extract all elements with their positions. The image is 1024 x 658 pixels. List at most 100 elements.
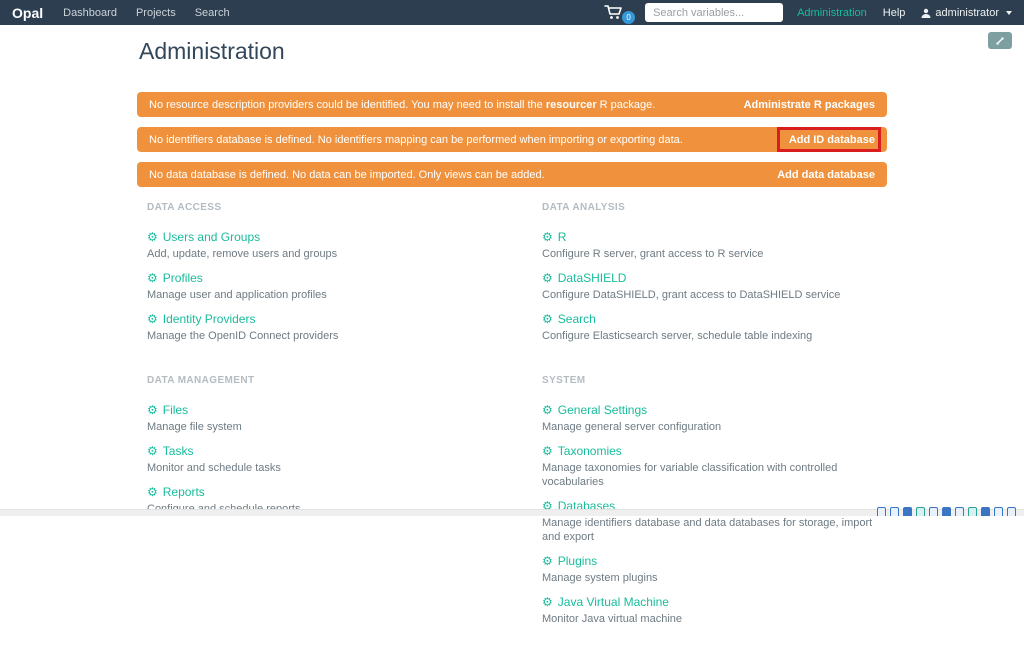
page-title: Administration [139,38,285,64]
admin-link-general-settings[interactable]: General Settings [542,403,647,418]
admin-link-taxonomies[interactable]: Taxonomies [542,444,622,459]
list-item: Search Configure Elasticsearch server, s… [542,310,887,343]
admin-link-java-virtual-machine[interactable]: Java Virtual Machine [542,595,669,610]
gear-icon [147,230,158,245]
taskbar-icon[interactable] [968,507,977,516]
list-item: R Configure R server, grant access to R … [542,228,887,261]
add-id-database-button[interactable]: Add ID database [776,126,881,152]
alert-message: No identifiers database is defined. No i… [149,133,683,146]
list-item: DataSHIELD Configure DataSHIELD, grant a… [542,269,887,302]
admin-link-users-and-groups[interactable]: Users and Groups [147,230,260,245]
item-description: Add, update, remove users and groups [147,248,338,260]
alert-resource-providers: No resource description providers could … [137,92,887,117]
alert-message: No data database is defined. No data can… [149,168,545,181]
admin-link-profiles[interactable]: Profiles [147,271,203,286]
user-icon [921,8,931,18]
gear-icon [147,271,158,286]
navbar-right: 0 Administration Help administrator [604,3,1012,24]
section-system: SYSTEM General Settings Manage general s… [532,375,887,634]
item-description: Manage identifiers database and data dat… [542,517,873,543]
admin-link-plugins[interactable]: Plugins [542,554,597,569]
list-item: Identity Providers Manage the OpenID Con… [147,310,532,343]
item-description: Manage general server configuration [542,421,722,433]
add-data-database-button[interactable]: Add data database [777,169,875,181]
item-description: Monitor Java virtual machine [542,613,683,625]
search-input[interactable] [645,3,784,22]
cart-count-badge: 0 [622,11,636,24]
gear-icon [542,271,553,286]
fullscreen-toggle-button[interactable] [988,32,1012,49]
user-menu[interactable]: administrator [921,7,1012,19]
admin-link-identity-providers[interactable]: Identity Providers [147,312,256,327]
nav-projects[interactable]: Projects [136,7,176,19]
list-item: Profiles Manage user and application pro… [147,269,532,302]
list-item: Java Virtual Machine Monitor Java virtua… [542,593,887,626]
gear-icon [542,403,553,418]
cart-button[interactable]: 0 [604,5,636,24]
taskbar-icon[interactable] [916,507,925,516]
list-item: Tasks Monitor and schedule tasks [147,442,532,475]
admin-link-datashield[interactable]: DataSHIELD [542,271,627,286]
administrate-r-packages-button[interactable]: Administrate R packages [744,99,875,111]
gear-icon [147,312,158,327]
admin-link-files[interactable]: Files [147,403,188,418]
brand-logo[interactable]: Opal [12,5,43,21]
item-description: Configure DataSHIELD, grant access to Da… [542,289,841,301]
list-item: Databases Manage identifiers database an… [542,497,887,544]
list-item: Plugins Manage system plugins [542,552,887,585]
taskbar-icon[interactable] [1007,507,1016,516]
taskbar-icon[interactable] [903,507,912,516]
gear-icon [542,444,553,459]
taskbar-icon[interactable] [877,507,886,516]
taskbar-icon[interactable] [994,507,1003,516]
alert-data-database: No data database is defined. No data can… [137,162,887,187]
list-item: Files Manage file system [147,401,532,434]
gear-icon [147,485,158,500]
taskbar-icon[interactable] [929,507,938,516]
gear-icon [542,595,553,610]
nav-dashboard[interactable]: Dashboard [63,7,117,19]
taskbar-icon[interactable] [955,507,964,516]
taskbar-icon[interactable] [981,507,990,516]
gear-icon [542,312,553,327]
section-data-analysis: DATA ANALYSIS R Configure R server, gran… [532,202,887,351]
section-heading: SYSTEM [542,375,586,386]
section-heading: DATA ACCESS [147,202,222,213]
cart-icon [604,5,622,19]
item-description: Monitor and schedule tasks [147,462,281,474]
taskbar-strip [0,509,1024,516]
nav-administration[interactable]: Administration [797,7,867,19]
nav-search[interactable]: Search [195,7,230,19]
taskbar-icon[interactable] [890,507,899,516]
admin-sections: DATA ACCESS Users and Groups Add, update… [137,202,887,658]
alerts-area: No resource description providers could … [137,92,887,187]
gear-icon [542,230,553,245]
item-description: Configure Elasticsearch server, schedule… [542,330,813,342]
item-description: Manage system plugins [542,572,658,584]
taskbar-icons [877,507,1016,516]
item-description: Manage file system [147,421,242,433]
gear-icon [147,403,158,418]
item-description: Manage taxonomies for variable classific… [542,462,838,488]
nav-help[interactable]: Help [883,7,906,19]
alert-identifiers-database: No identifiers database is defined. No i… [137,126,887,152]
list-item: General Settings Manage general server c… [542,401,887,434]
gear-icon [147,444,158,459]
taskbar-icon[interactable] [942,507,951,516]
gear-icon [542,554,553,569]
section-data-access: DATA ACCESS Users and Groups Add, update… [137,202,532,351]
main-content: Administration No resource description p… [137,38,887,658]
user-name: administrator [935,6,999,19]
alert-message: No resource description providers could … [149,98,656,111]
caret-down-icon [1006,10,1012,15]
section-heading: DATA MANAGEMENT [147,375,255,386]
item-description: Configure R server, grant access to R se… [542,248,764,260]
admin-link-tasks[interactable]: Tasks [147,444,194,459]
admin-link-reports[interactable]: Reports [147,485,205,500]
item-description: Manage the OpenID Connect providers [147,330,339,342]
admin-link-r[interactable]: R [542,230,567,245]
list-item: Users and Groups Add, update, remove use… [147,228,532,261]
admin-link-search[interactable]: Search [542,312,596,327]
section-heading: DATA ANALYSIS [542,202,626,213]
item-description: Manage user and application profiles [147,289,327,301]
